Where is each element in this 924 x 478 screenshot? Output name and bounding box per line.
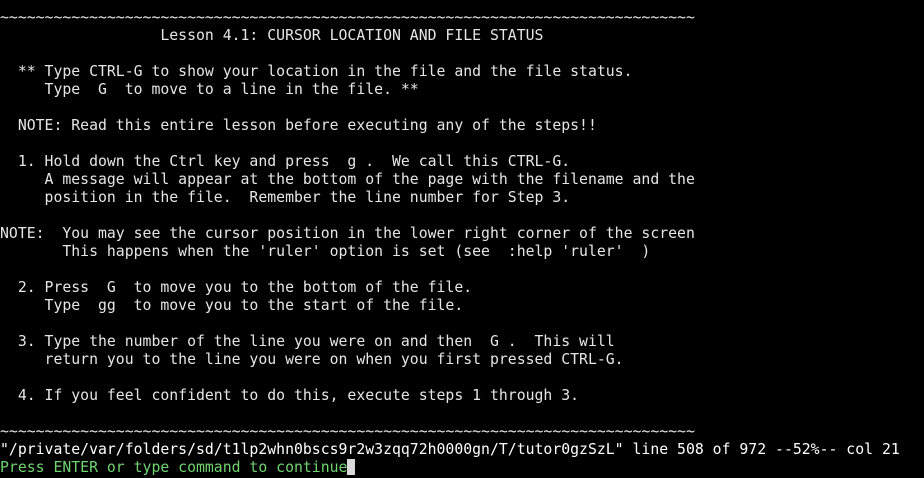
note-ruler-line-1: NOTE: You may see the cursor position in… — [0, 225, 695, 242]
separator-line-top: ~~~~~~~~~~~~~~~~~~~~~~~~~~~~~~~~~~~~~~~~… — [0, 9, 695, 26]
lesson-title: Lesson 4.1: CURSOR LOCATION AND FILE STA… — [0, 27, 544, 44]
text-cursor — [347, 459, 356, 475]
step-1-line-1: 1. Hold down the Ctrl key and press g . … — [0, 153, 571, 170]
separator-line-bottom: ~~~~~~~~~~~~~~~~~~~~~~~~~~~~~~~~~~~~~~~~… — [0, 423, 695, 440]
continue-prompt: Press ENTER or type command to continue — [0, 459, 348, 476]
command-line[interactable]: Press ENTER or type command to continue — [0, 459, 924, 477]
terminal-window[interactable]: ~~~~~~~~~~~~~~~~~~~~~~~~~~~~~~~~~~~~~~~~… — [0, 9, 924, 477]
step-2-line-1: 2. Press G to move you to the bottom of … — [0, 279, 473, 296]
step-2-line-2: Type gg to move you to the start of the … — [0, 297, 464, 314]
lesson-summary-line-1: ** Type CTRL-G to show your location in … — [0, 63, 633, 80]
lesson-summary-line-2: Type G to move to a line in the file. ** — [0, 81, 419, 98]
step-1-line-3: position in the file. Remember the line … — [0, 189, 571, 206]
file-status-message: "/private/var/folders/sd/t1lp2whn0bscs9r… — [0, 441, 900, 458]
note-ruler-line-2: This happens when the 'ruler' option is … — [0, 243, 651, 260]
note-read-lesson: NOTE: Read this entire lesson before exe… — [0, 117, 597, 134]
step-4-line: 4. If you feel confident to do this, exe… — [0, 387, 580, 404]
step-3-line-1: 3. Type the number of the line you were … — [0, 333, 615, 350]
step-1-line-2: A message will appear at the bottom of t… — [0, 171, 695, 188]
step-3-line-2: return you to the line you were on when … — [0, 351, 624, 368]
